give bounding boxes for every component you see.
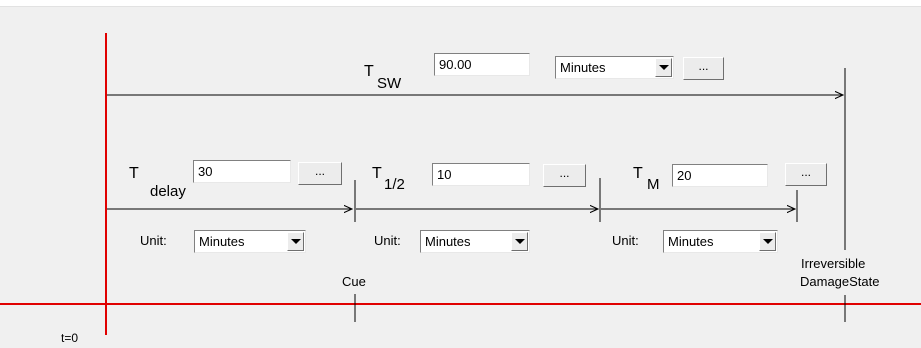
t-m-value-field[interactable]: 20 <box>672 164 768 187</box>
t-sw-symbol: T <box>364 63 374 80</box>
t-half-unit-value: Minutes <box>425 234 471 249</box>
t-sw-more-button[interactable]: ... <box>683 57 724 80</box>
dropdown-arrow-icon[interactable] <box>655 58 672 77</box>
t-half-value-field[interactable]: 10 <box>432 163 530 186</box>
t-half-more-button[interactable]: ... <box>543 164 586 187</box>
t-m-symbol: T <box>633 165 643 182</box>
t-m-unit-value: Minutes <box>668 234 714 249</box>
t-m-unit-label: Unit: <box>612 233 639 248</box>
t-delay-unit-select[interactable]: Minutes <box>194 230 306 253</box>
dropdown-arrow-icon[interactable] <box>759 232 776 251</box>
t-m-subscript: M <box>647 176 660 193</box>
t-sw-value-field[interactable]: 90.00 <box>434 53 530 76</box>
t-delay-symbol: T <box>129 165 139 182</box>
t-delay-more-button[interactable]: ... <box>298 162 342 185</box>
t-half-symbol: T <box>372 165 382 182</box>
t-half-unit-label: Unit: <box>374 233 401 248</box>
origin-label: t=0 <box>61 331 79 345</box>
t-m-more-button[interactable]: ... <box>785 163 827 186</box>
t-delay-subscript: delay <box>150 183 186 200</box>
t-delay-value-field[interactable]: 30 <box>193 160 291 183</box>
t-half-subscript: 1/2 <box>384 176 405 193</box>
t-sw-unit-value: Minutes <box>560 60 606 75</box>
t-sw-subscript: SW <box>377 75 402 92</box>
irreversible-label-line2: DamageState <box>800 274 880 289</box>
cue-label: Cue <box>342 274 366 289</box>
t-sw-unit-select[interactable]: Minutes <box>555 56 674 79</box>
dropdown-arrow-icon[interactable] <box>511 232 528 251</box>
dropdown-arrow-icon[interactable] <box>287 232 304 251</box>
t-delay-unit-label: Unit: <box>140 233 167 248</box>
irreversible-label-line1: Irreversible <box>801 256 866 271</box>
t-delay-unit-value: Minutes <box>199 234 245 249</box>
t-m-unit-select[interactable]: Minutes <box>663 230 778 253</box>
t-half-unit-select[interactable]: Minutes <box>420 230 530 253</box>
